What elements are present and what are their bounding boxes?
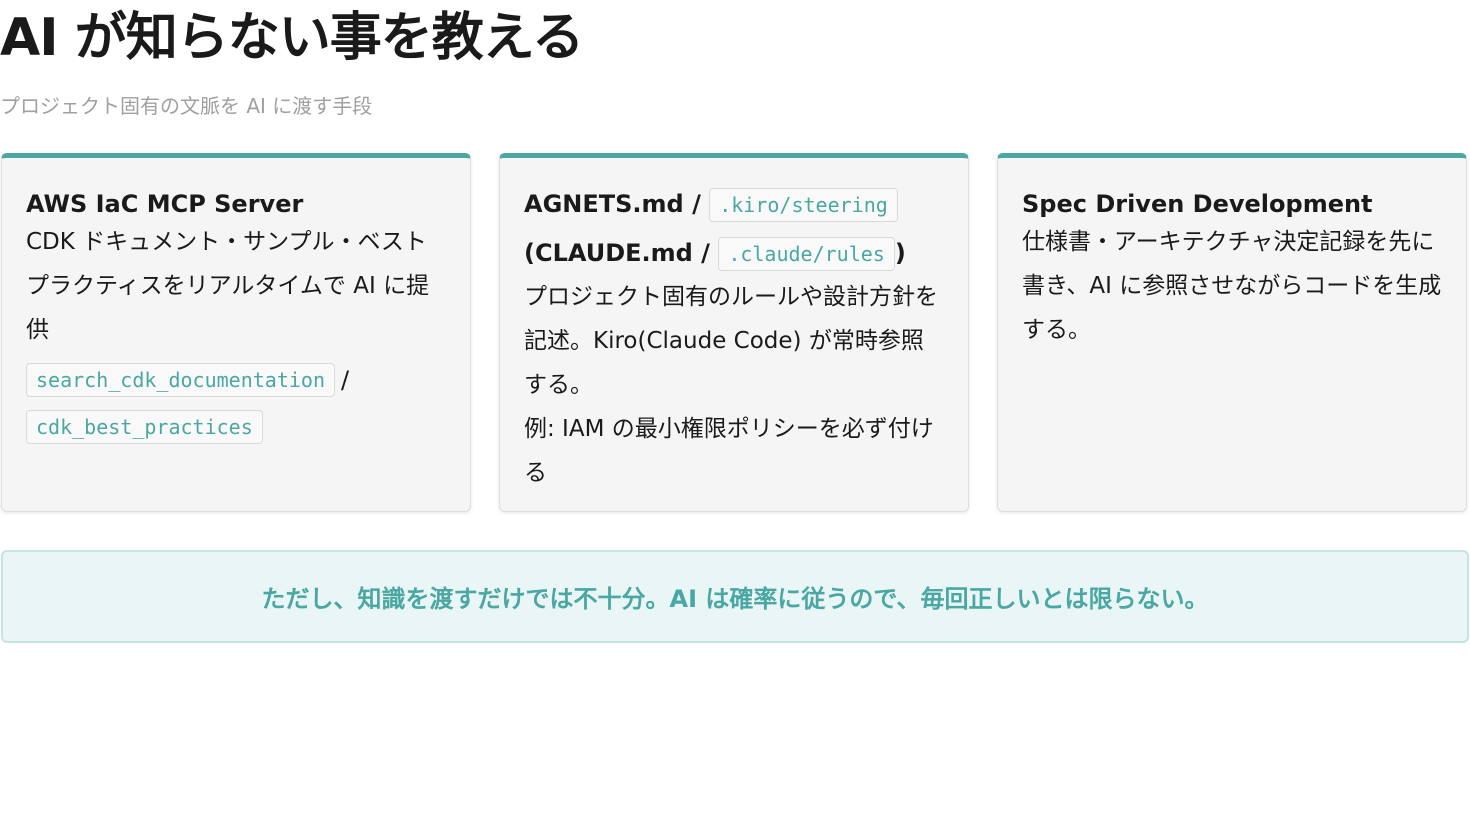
card-title-paren-text: (CLAUDE.md / xyxy=(524,239,710,267)
card-title-paren: (CLAUDE.md / .claude/rules) xyxy=(524,237,946,271)
page-title: AI が知らない事を教える xyxy=(0,8,584,68)
code-tag: search_cdk_documentation xyxy=(26,362,335,397)
page-subtitle: プロジェクト固有の文脈を AI に渡す手段 xyxy=(0,94,373,118)
separator: / xyxy=(340,365,350,394)
card-title: AWS IaC MCP Server xyxy=(26,190,304,218)
card-agents-md: AGNETS.md / .kiro/steering (CLAUDE.md / … xyxy=(499,153,969,512)
card-grid: AWS IaC MCP Server CDK ドキュメント・サンプル・ベストプラ… xyxy=(1,153,1469,514)
card-description: CDK ドキュメント・サンプル・ベストプラクティスをリアルタイムで AI に提供 xyxy=(26,229,430,343)
code-tag: .kiro/steering xyxy=(709,188,898,222)
code-tag: cdk_best_practices xyxy=(26,409,263,444)
card-title-paren-close: ) xyxy=(894,239,906,267)
card-title: Spec Driven Development xyxy=(1022,190,1373,218)
code-tag: .claude/rules xyxy=(718,237,895,271)
card-description: 仕様書・アーキテクチャ決定記録を先に書き、AI に参照させながらコードを生成する… xyxy=(1022,229,1442,343)
callout-box: ただし、知識を渡すだけでは不十分。AI は確率に従うので、毎回正しいとは限らない… xyxy=(1,550,1469,643)
card-title: AGNETS.md / .kiro/steering (CLAUDE.md / … xyxy=(524,188,946,271)
card-description: プロジェクト固有のルールや設計方針を記述。Kiro(Claude Code) が… xyxy=(524,284,938,398)
card-example: 例: IAM の最小権限ポリシーを必ず付ける xyxy=(524,416,934,486)
card-title-text: AGNETS.md / xyxy=(524,190,701,218)
callout-text: ただし、知識を渡すだけでは不十分。AI は確率に従うので、毎回正しいとは限らない… xyxy=(261,585,1209,613)
card-spec-driven-development: Spec Driven Development 仕様書・アーキテクチャ決定記録を… xyxy=(997,153,1467,512)
card-aws-iac-mcp-server: AWS IaC MCP Server CDK ドキュメント・サンプル・ベストプラ… xyxy=(1,153,471,512)
tool-name-list: search_cdk_documentation / cdk_best_prac… xyxy=(26,356,448,450)
